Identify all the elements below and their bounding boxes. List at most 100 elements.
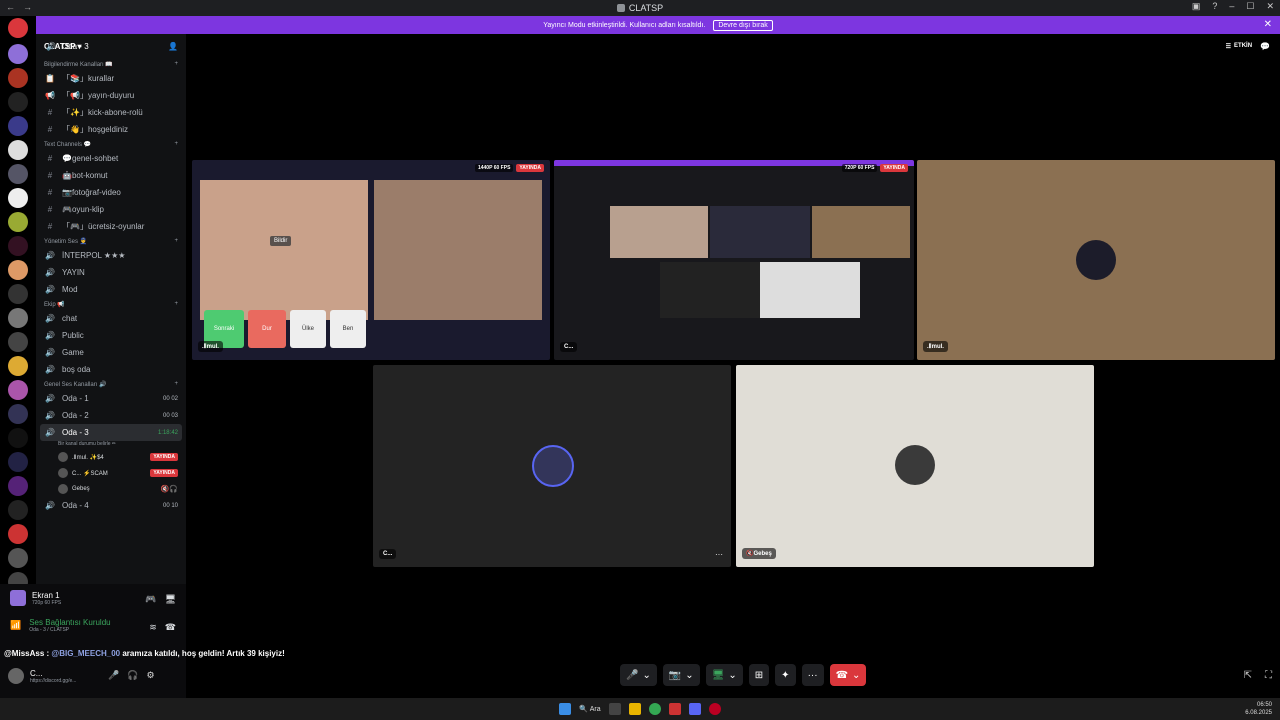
category-header[interactable]: Genel Ses Kanalları 🔊 + [36, 378, 186, 390]
category-header[interactable]: Yönetim Ses 👮 + [36, 235, 186, 247]
minimize-icon[interactable]: – [1229, 1, 1234, 12]
server-icon[interactable] [8, 332, 28, 352]
channel-item[interactable]: 🔊 YAYIN [36, 264, 186, 281]
channel-item[interactable]: # 「✨」kick-abone-rolü [36, 104, 186, 121]
disconnect-icon[interactable]: ☎ [165, 622, 176, 633]
pop-out-icon[interactable]: ⇱ [1244, 670, 1252, 681]
more-button[interactable]: ··· [801, 664, 824, 686]
close-window-icon[interactable]: ✕ [1266, 1, 1274, 12]
add-channel-icon[interactable]: + [174, 301, 178, 307]
search-box[interactable]: 🔍 Ara [579, 705, 600, 713]
server-icon[interactable] [8, 212, 28, 232]
server-icon[interactable] [8, 116, 28, 136]
participant-tile[interactable]: C... ··· [373, 365, 731, 567]
channel-item[interactable]: # 🤖bot-komut [36, 167, 186, 184]
server-icon[interactable] [8, 260, 28, 280]
server-icon[interactable] [8, 308, 28, 328]
server-icon[interactable] [8, 164, 28, 184]
report-button[interactable]: Bildir [270, 236, 292, 246]
discord-home-icon[interactable] [8, 18, 28, 38]
server-icon[interactable] [8, 404, 28, 424]
add-channel-icon[interactable]: + [174, 381, 178, 387]
channel-item[interactable]: # 📷fotoğraf-video [36, 184, 186, 201]
stream-tile[interactable]: 720P 60 FPS YAYINDA C... [554, 160, 914, 360]
camera-button[interactable]: 📷 ⌄ [662, 664, 700, 686]
channel-item[interactable]: # 「👋」hoşgeldiniz [36, 121, 186, 138]
chat-mention[interactable]: @BIG_MEECH_00 [51, 649, 120, 658]
add-channel-icon[interactable]: + [174, 61, 178, 67]
avatar[interactable] [8, 668, 24, 684]
server-icon[interactable] [8, 44, 28, 64]
microphone-button[interactable]: 🎤 ⌄ [620, 664, 657, 686]
controller-icon[interactable]: 🎮 [145, 594, 156, 605]
disconnect-button[interactable]: ☎ ⌄ [829, 664, 867, 686]
add-channel-icon[interactable]: + [174, 238, 178, 244]
server-icon[interactable] [8, 548, 28, 568]
noise-suppression-icon[interactable]: ≋ [149, 622, 157, 633]
inbox-icon[interactable]: ▣ [1192, 1, 1201, 12]
chat-icon[interactable]: 💬 [1260, 42, 1270, 51]
screen-share-button[interactable]: 🖥 ⌄ [705, 664, 743, 686]
server-icon[interactable] [8, 452, 28, 472]
headphones-icon[interactable]: 🎧 [127, 670, 138, 681]
server-icon[interactable] [8, 92, 28, 112]
taskview-icon[interactable] [608, 703, 621, 715]
server-icon[interactable] [8, 236, 28, 256]
country-button[interactable]: Ülke [290, 310, 326, 348]
server-icon[interactable] [8, 188, 28, 208]
chevron-down-icon[interactable]: ⌄ [642, 670, 650, 681]
channel-item[interactable]: 🔊 Public [36, 327, 186, 344]
participant-tile[interactable]: .Ⅱmul. [917, 160, 1275, 360]
voice-channel-oda-4[interactable]: 🔊 Oda - 4 00 10 [36, 497, 186, 514]
fullscreen-icon[interactable]: ⛶ [1265, 670, 1272, 681]
more-options-icon[interactable]: ··· [715, 550, 723, 559]
channel-item[interactable]: # 「🎮」ücretsiz-oyunlar [36, 218, 186, 235]
maximize-icon[interactable]: ☐ [1246, 1, 1254, 12]
category-header[interactable]: Ekip 📢 + [36, 298, 186, 310]
channel-item[interactable]: 📢 「📢」yayın-duyuru [36, 87, 186, 104]
channel-item[interactable]: 🔊 boş oda [36, 361, 186, 378]
server-icon[interactable] [8, 68, 28, 88]
nav-arrows[interactable]: ← → [6, 2, 32, 12]
start-icon[interactable] [559, 703, 572, 715]
app-icon[interactable] [668, 703, 681, 715]
channel-item[interactable]: # 🎮oyun-klip [36, 201, 186, 218]
server-icon[interactable] [8, 524, 28, 544]
server-icon[interactable] [8, 476, 28, 496]
system-tray[interactable]: 06:50 6.08.2025 [1245, 701, 1272, 717]
channel-item[interactable]: 🔊 Game [36, 344, 186, 361]
chrome-icon[interactable] [648, 703, 661, 715]
discord-icon[interactable] [688, 703, 701, 715]
channel-item[interactable]: 🔊 chat [36, 310, 186, 327]
stop-button[interactable]: Dur [248, 310, 286, 348]
activities-button[interactable]: ⊞ [748, 664, 770, 686]
disable-streamer-mode-button[interactable]: Devre dışı bırak [713, 19, 773, 31]
channel-item[interactable]: # 💬genel-sohbet [36, 150, 186, 167]
forward-icon[interactable]: → [23, 2, 32, 12]
add-channel-icon[interactable]: + [174, 141, 178, 147]
stop-stream-icon[interactable]: 🖥 [165, 594, 176, 605]
server-icon[interactable] [8, 284, 28, 304]
channel-status[interactable]: Bir kanal durumu belirle ✏ [36, 441, 186, 449]
server-icon[interactable] [8, 428, 28, 448]
app-icon[interactable] [708, 703, 721, 715]
server-icon[interactable] [8, 140, 28, 160]
server-icon[interactable] [8, 380, 28, 400]
stream-tile[interactable]: Bildir Sonraki Dur Ülke Ben 1440P 60 FPS… [192, 160, 550, 360]
voice-channel-oda-1[interactable]: 🔊 Oda - 1 00 02 [36, 390, 186, 407]
close-banner-icon[interactable]: ✕ [1264, 19, 1272, 30]
channel-item[interactable]: 📋 「📚」kurallar [36, 70, 186, 87]
help-icon[interactable]: ? [1212, 1, 1217, 12]
microphone-icon[interactable]: 🎤 [108, 670, 119, 681]
soundboard-button[interactable]: ✦ [775, 664, 796, 686]
channel-item[interactable]: 🔊 İNTERPOL ★★★ [36, 247, 186, 264]
voice-channel-oda-2[interactable]: 🔊 Oda - 2 00 03 [36, 407, 186, 424]
activity-button[interactable]: ☰ ETKİN [1226, 43, 1252, 50]
category-header[interactable]: Bilgilendirme Kanalları 📖 + [36, 58, 186, 70]
settings-icon[interactable]: ⚙ [146, 670, 154, 681]
participant-tile[interactable]: 🔇Gebeş [736, 365, 1094, 567]
channel-item[interactable]: 🔊 Mod [36, 281, 186, 298]
me-button[interactable]: Ben [330, 310, 366, 348]
voice-member[interactable]: .Ⅱmul. ✨$4 YAYINDA [36, 449, 186, 465]
back-icon[interactable]: ← [6, 2, 15, 12]
